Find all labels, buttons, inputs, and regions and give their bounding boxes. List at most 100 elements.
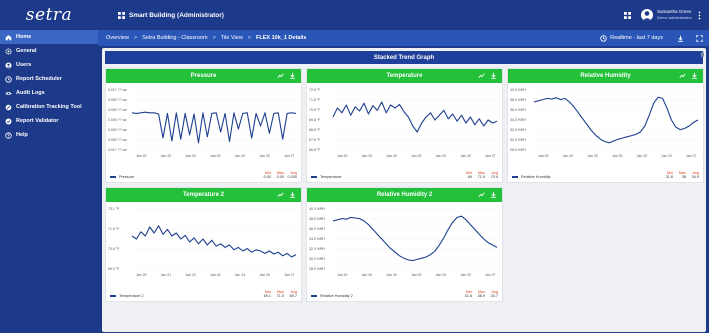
user-info[interactable]: Samantha Green Demo administrator — [657, 9, 692, 21]
breadcrumb-separator: > — [212, 35, 216, 41]
download-icon[interactable] — [677, 35, 684, 42]
breadcrumb-item[interactable]: Tile View — [221, 35, 243, 41]
user-role: Demo administrator — [657, 15, 692, 20]
apps-grid-icon[interactable] — [624, 11, 632, 19]
building-grid-icon — [118, 11, 125, 19]
chart-legend[interactable]: Relative Humidity 2 — [311, 294, 353, 298]
trend-icon[interactable] — [478, 191, 485, 198]
more-vertical-icon[interactable] — [698, 11, 701, 20]
sidebar-item-label: Users — [16, 62, 32, 68]
sidebar-item-label: Audit Logs — [16, 90, 45, 96]
tile-footer: Temperature Min Max Avg 69 71.9 70.4 — [311, 165, 498, 179]
tile-title: Pressure — [190, 73, 217, 79]
x-tick-label: Jan 20 — [411, 273, 422, 277]
y-tick-label: 0.017 ?? wc — [108, 88, 127, 92]
sidebar-item-help[interactable]: Help — [0, 128, 98, 142]
stats-summary: Min Max Avg 69 71.9 70.4 — [459, 171, 498, 179]
legend-label: Pressure — [119, 175, 135, 179]
expand-icon[interactable] — [696, 34, 703, 42]
x-tick-label: Jan 20 — [235, 154, 246, 158]
tile-relative-humidity-2: Relative Humidity 2 40.0 %RH 38.0 %RH 36.0 … — [306, 187, 503, 302]
y-tick-label: 32.0 %RH — [510, 128, 526, 132]
y-tick-label: 70.6 °F — [108, 247, 119, 251]
download-icon[interactable] — [289, 191, 296, 198]
sidebar-nav: Home General Users Report Scheduler Audit Lo… — [0, 30, 98, 142]
app-title[interactable]: Smart Building (Administrator) — [118, 11, 224, 19]
time-range-label[interactable]: Realtime - last 7 days — [610, 35, 663, 41]
x-tick-label: Jan 27 — [284, 154, 295, 158]
x-tick-label: Jan 20 — [136, 154, 147, 158]
chart-legend[interactable]: Temperature — [311, 175, 341, 179]
tile-title: Relative Humidity 2 — [376, 192, 433, 198]
chart-legend[interactable]: Relative Humidity — [512, 175, 551, 179]
sidebar-item-label: Report Scheduler — [16, 76, 62, 82]
legend-swatch — [311, 176, 317, 178]
y-tick-label: 34.0 %RH — [309, 237, 325, 241]
y-tick-label: 66.8 °F — [309, 148, 320, 152]
avatar[interactable] — [641, 9, 654, 21]
tile-header: Temperature — [307, 69, 502, 83]
chart-plot[interactable]: 40.0 %RH 38.0 %RH 36.0 %RH 34.0 %RH 32.0 %RH… — [307, 203, 504, 279]
trend-icon[interactable] — [277, 191, 284, 198]
x-tick-label: Jan 20 — [337, 273, 348, 277]
sidebar-item-calibration-tracking-tool[interactable]: Calibration Tracking Tool — [0, 100, 98, 114]
stat-value: 34.7 — [490, 294, 498, 298]
x-tick-label: Jan 20 — [612, 154, 623, 158]
trend-icon[interactable] — [478, 72, 485, 79]
y-tick-label: 30.0 %RH — [510, 138, 526, 142]
tile-title: Relative Humidity — [580, 73, 631, 79]
x-tick-label: Jan 20 — [411, 154, 422, 158]
gear-icon — [5, 47, 12, 55]
x-tick-label: Jan 20 — [362, 273, 373, 277]
y-tick-label: 70.8 °F — [309, 108, 320, 112]
download-icon[interactable] — [691, 72, 698, 79]
chart-plot[interactable]: 0.017 ?? wc 0.000 ?? wc 0.000 ?? wc 0.000 ?… — [106, 84, 303, 160]
y-tick-label: 28.0 %RH — [309, 267, 325, 271]
x-tick-label: Jan 21 — [161, 273, 172, 277]
sidebar-item-label: General — [16, 48, 37, 54]
sidebar-item-home[interactable]: Home — [0, 30, 98, 44]
x-tick-label: Jan 20 — [661, 154, 672, 158]
breadcrumb-item[interactable]: Overview — [106, 35, 129, 41]
sidebar-item-report-scheduler[interactable]: Report Scheduler — [0, 72, 98, 86]
sidebar-item-label: Home — [16, 34, 32, 40]
breadcrumb-item: FLEX 10k_1 Details — [256, 35, 307, 41]
scrollbar-thumb[interactable] — [701, 52, 704, 57]
y-tick-label: 73.1 °F — [108, 207, 119, 211]
x-tick-label: Jan 20 — [436, 273, 447, 277]
y-tick-label: 0.000 ?? wc — [108, 108, 127, 112]
download-icon[interactable] — [490, 191, 497, 198]
x-tick-label: Jan 20 — [386, 154, 397, 158]
y-tick-label: 34.0 %RH — [510, 118, 526, 122]
tile-footer: Temperature 2 Min Max Avg 69.1 71.5 69.7 — [110, 284, 297, 298]
tile-tools — [277, 72, 296, 79]
chart-plot[interactable]: 72.8 °F 71.8 °F 70.8 °F 69.8 °F 68.8 °F 67.8 … — [307, 84, 504, 160]
x-tick-label: Jan 24 — [235, 273, 246, 277]
clock-icon[interactable] — [600, 34, 607, 42]
download-icon[interactable] — [289, 72, 296, 79]
chart-plot[interactable]: 73.1 °F 71.8 °F 70.6 °F 69.3 °F Jan 20 Jan 21… — [106, 203, 303, 279]
chart-legend[interactable]: Temperature 2 — [110, 294, 143, 298]
legend-label: Temperature 2 — [119, 294, 144, 298]
setra-logo[interactable]: setra — [0, 0, 98, 30]
y-tick-label: 0.000 ?? wc — [108, 138, 127, 142]
breadcrumb-separator: > — [247, 35, 252, 41]
x-tick-label: Jan 20 — [386, 273, 397, 277]
tile-header: Temperature 2 — [106, 188, 301, 202]
y-tick-label: 32.0 %RH — [309, 247, 325, 251]
chart-legend[interactable]: Pressure — [110, 175, 134, 179]
stat-value: 69.1 — [263, 294, 271, 298]
trend-icon[interactable] — [679, 72, 686, 79]
sidebar-item-general[interactable]: General — [0, 44, 98, 58]
chart-plot[interactable]: 40.0 %RH 38.0 %RH 36.0 %RH 34.0 %RH 32.0 %RH… — [508, 84, 705, 160]
trend-icon[interactable] — [277, 72, 284, 79]
sidebar-item-users[interactable]: Users — [0, 58, 98, 72]
y-tick-label: 38.0 %RH — [309, 217, 325, 221]
download-icon[interactable] — [490, 72, 497, 79]
stat-value: 31.6 — [464, 294, 472, 298]
sidebar-item-audit-logs[interactable]: Audit Logs — [0, 86, 98, 100]
legend-label: Relative Humidity 2 — [320, 294, 353, 298]
breadcrumb-item[interactable]: Setra Building - Classroom — [142, 35, 207, 41]
x-tick-label: Jan 20 — [210, 154, 221, 158]
sidebar-item-report-validator[interactable]: Report Validator — [0, 114, 98, 128]
